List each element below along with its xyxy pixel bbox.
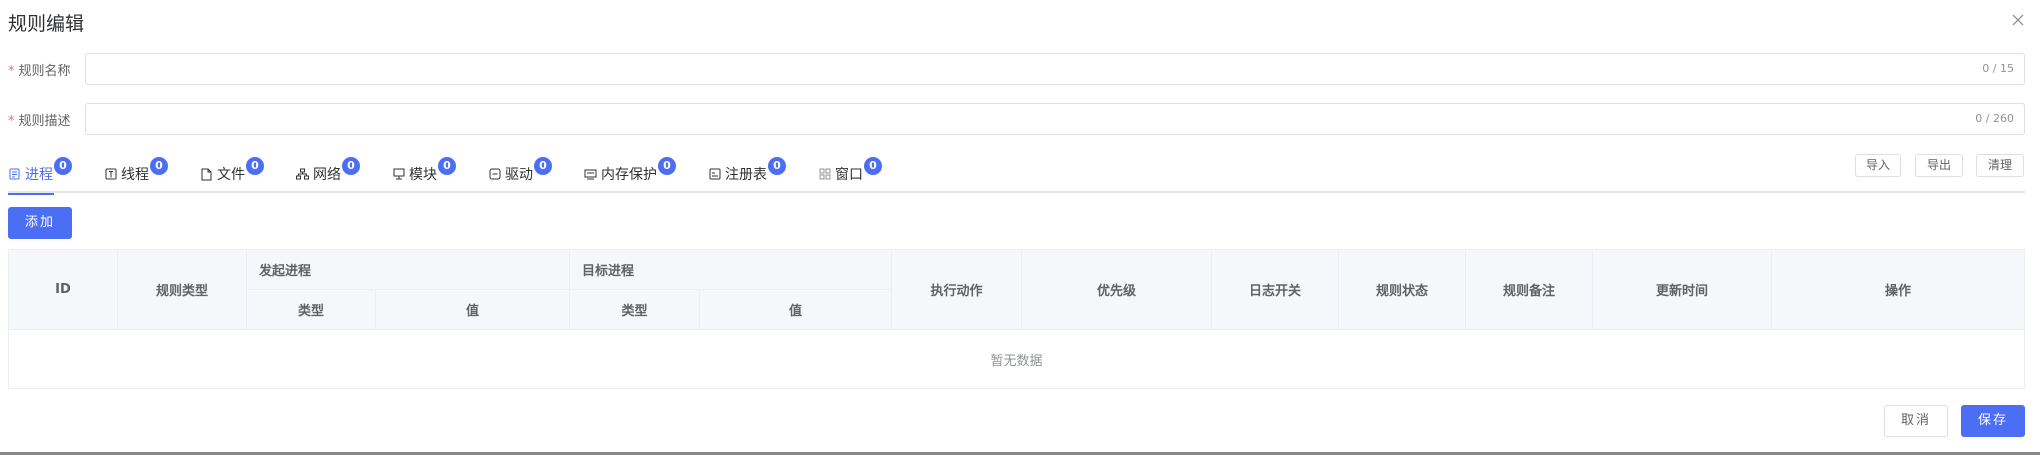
th-target-value: 值 <box>700 290 892 330</box>
rule-name-input-wrapper: 0 / 15 <box>85 53 2025 85</box>
th-log-switch: 日志开关 <box>1212 250 1339 330</box>
th-operations: 操作 <box>1772 250 2024 330</box>
tab-thread[interactable]: 线程 0 <box>104 155 168 193</box>
th-source-process: 发起进程 <box>247 250 570 290</box>
th-source-value: 值 <box>376 290 570 330</box>
tab-registry-badge: 0 <box>768 157 786 175</box>
export-button[interactable]: 导出 <box>1915 154 1963 177</box>
tab-thread-badge: 0 <box>150 157 168 175</box>
process-icon <box>8 168 21 181</box>
th-target-type: 类型 <box>570 290 700 330</box>
tab-network-badge: 0 <box>342 157 360 175</box>
required-mark: * <box>8 113 15 129</box>
file-icon <box>200 168 213 181</box>
th-id: ID <box>9 250 118 330</box>
tab-module[interactable]: 模块 0 <box>392 155 456 193</box>
tab-driver-badge: 0 <box>534 157 552 175</box>
tab-file-badge: 0 <box>246 157 264 175</box>
tab-module-badge: 0 <box>438 157 456 175</box>
module-icon <box>392 168 405 181</box>
rule-desc-row: * 规则描述 0 / 260 <box>8 103 2025 135</box>
cancel-button[interactable]: 取消 <box>1884 405 1948 437</box>
rule-desc-label: * 规则描述 <box>8 113 71 129</box>
rule-name-counter: 0 / 15 <box>1982 62 2014 75</box>
tab-registry[interactable]: 注册表 0 <box>708 155 786 193</box>
tab-window-badge: 0 <box>864 157 882 175</box>
rule-desc-counter: 0 / 260 <box>1975 112 2014 125</box>
tab-file[interactable]: 文件 0 <box>200 155 264 193</box>
rule-edit-dialog: 规则编辑 * 规则名称 0 / 15 * 规则描述 0 / 260 进程 0 线程 … <box>0 0 2040 455</box>
rule-desc-input-wrapper: 0 / 260 <box>85 103 2025 135</box>
tab-memory-protect[interactable]: 内存保护 0 <box>584 155 676 193</box>
rule-desc-input[interactable] <box>86 104 2024 134</box>
th-updated-time: 更新时间 <box>1593 250 1772 330</box>
tab-window[interactable]: 窗口 0 <box>818 155 882 193</box>
rule-type-tabs: 进程 0 线程 0 文件 0 网络 0 模块 0 驱动 0 内存保护 0 注册表… <box>8 155 2025 195</box>
th-priority: 优先级 <box>1022 250 1212 330</box>
rule-name-row: * 规则名称 0 / 15 <box>8 53 2025 85</box>
dialog-title: 规则编辑 <box>8 13 85 35</box>
tab-memory-badge: 0 <box>658 157 676 175</box>
memory-icon <box>584 168 597 181</box>
empty-text: 暂无数据 <box>990 353 1043 369</box>
network-icon <box>296 168 309 181</box>
th-target-process: 目标进程 <box>570 250 892 290</box>
tab-process-badge: 0 <box>54 157 72 175</box>
rule-name-input[interactable] <box>86 54 2024 84</box>
tab-driver[interactable]: 驱动 0 <box>488 155 552 193</box>
required-mark: * <box>8 63 15 79</box>
th-rule-status: 规则状态 <box>1339 250 1466 330</box>
rules-table: ID 规则类型 发起进程 类型 值 目标进程 类型 值 执行动作 优先级 日志开… <box>8 249 2025 389</box>
save-button[interactable]: 保存 <box>1961 405 2025 437</box>
thread-icon <box>104 168 117 181</box>
import-button[interactable]: 导入 <box>1855 154 1901 177</box>
add-button[interactable]: 添加 <box>8 207 72 239</box>
th-source-type: 类型 <box>247 290 376 330</box>
registry-icon <box>708 168 721 181</box>
th-rule-type: 规则类型 <box>118 250 247 330</box>
window-grid-icon <box>818 168 831 181</box>
tab-process[interactable]: 进程 0 <box>8 155 72 195</box>
clear-button[interactable]: 清理 <box>1976 154 2024 177</box>
rule-name-label: * 规则名称 <box>8 63 71 79</box>
th-action: 执行动作 <box>892 250 1022 330</box>
tab-network[interactable]: 网络 0 <box>296 155 360 193</box>
th-rule-note: 规则备注 <box>1466 250 1593 330</box>
driver-icon <box>488 168 501 181</box>
close-icon[interactable] <box>2008 10 2028 30</box>
